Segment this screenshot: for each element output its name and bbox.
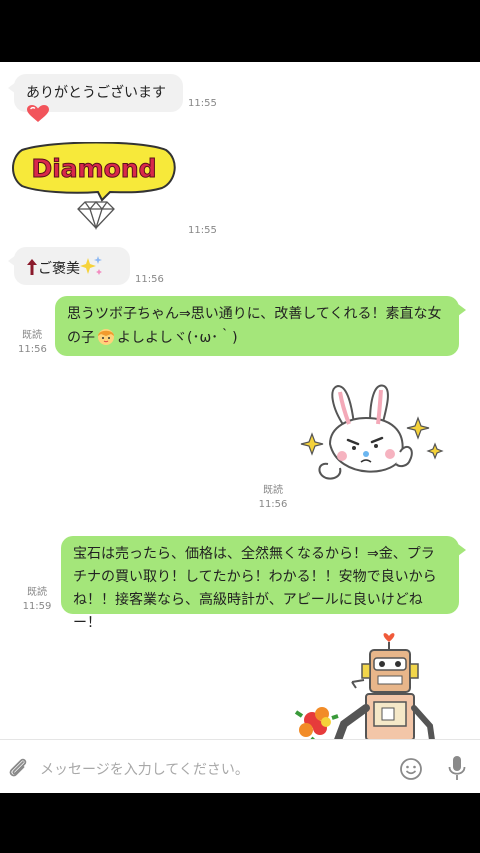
message-composer: メッセージを入力してください。	[0, 739, 480, 793]
message-text: 宝石は売ったら、価格は、全然無くなるから！⇒金、プラチナの買い取り！してたから！…	[73, 546, 437, 631]
attachment-icon[interactable]	[6, 756, 30, 780]
read-receipt: 既読 11:56	[256, 484, 290, 512]
incoming-message[interactable]: ありがとうございます	[8, 74, 183, 122]
outgoing-message[interactable]: 思うツボ子ちゃん⇒思い通りに、改善してくれる！素直な女の子 よしよしヾ(･ω･｀)	[55, 296, 466, 356]
read-receipt: 既読 11:56	[18, 329, 47, 357]
heart-icon	[27, 105, 49, 122]
diamond-sticker[interactable]: Diamond	[12, 141, 176, 231]
message-text-tail: よしよしヾ(･ω･｀)	[117, 330, 238, 346]
emoji-icon[interactable]	[399, 757, 423, 781]
up-arrow-icon	[27, 259, 37, 275]
message-time: 11:55	[188, 225, 217, 236]
rabbit-sticker[interactable]	[298, 382, 448, 494]
message-time: 11:56	[18, 344, 47, 355]
rabbit-sticker-image	[300, 384, 444, 480]
girl-emoji-icon	[98, 329, 114, 345]
message-time: 11:55	[188, 98, 217, 109]
robot-sticker[interactable]	[294, 628, 444, 744]
read-label: 既読	[27, 587, 47, 598]
message-input[interactable]: メッセージを入力してください。	[40, 759, 249, 779]
microphone-icon[interactable]	[447, 755, 467, 781]
read-label: 既読	[22, 330, 42, 341]
read-receipt: 既読 11:59	[22, 586, 52, 614]
robot-sticker-image	[294, 633, 435, 744]
message-time: 11:56	[135, 274, 164, 285]
sticker-label: Diamond	[31, 154, 156, 183]
outgoing-message[interactable]: 宝石は売ったら、価格は、全然無くなるから！⇒金、プラチナの買い取り！してたから！…	[61, 536, 466, 631]
sparkle-icon	[80, 256, 102, 275]
chat-screen: ありがとうございます 11:55 Diamond 11:55 ご褒美 11:56…	[0, 62, 480, 793]
message-text: ご褒美	[38, 261, 80, 277]
message-time: 11:59	[22, 601, 52, 612]
message-text: ありがとうございます	[26, 85, 166, 101]
message-time: 11:56	[258, 499, 288, 510]
diamond-sticker-image: Diamond	[12, 141, 176, 231]
read-label: 既読	[263, 485, 283, 496]
incoming-message[interactable]: ご褒美	[8, 247, 130, 285]
